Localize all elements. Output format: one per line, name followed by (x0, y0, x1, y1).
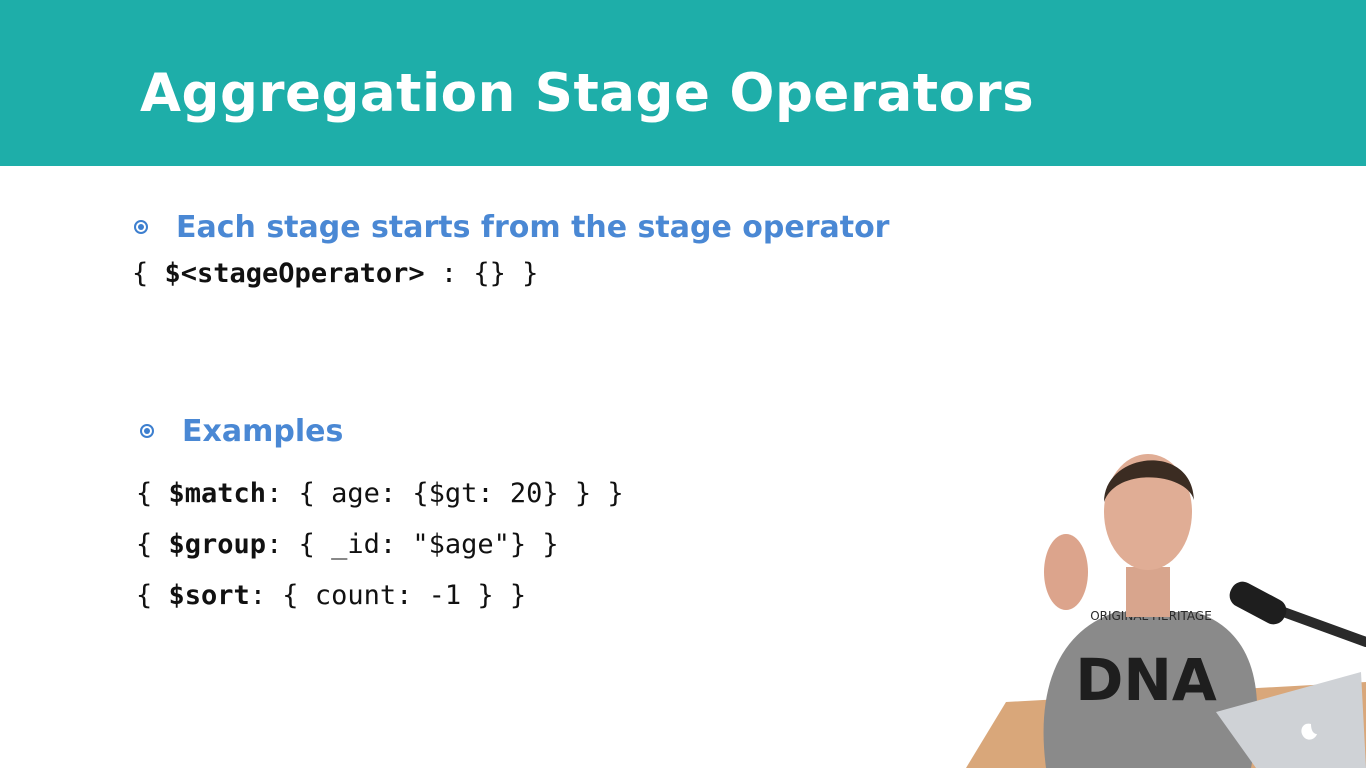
code-rest: : { _id: "$age"} } (266, 529, 559, 560)
bullet-stage-operator: Each stage starts from the stage operato… (134, 206, 889, 248)
code-operator: $<stageOperator> (164, 258, 425, 289)
bullet-examples: Examples (140, 410, 343, 452)
title-banner: Aggregation Stage Operators (0, 0, 1366, 166)
code-rest: : { age: {$gt: 20} } } (266, 478, 624, 509)
code-rest: : { count: -1 } } (249, 580, 527, 611)
code-brace: { (132, 258, 165, 289)
code-brace: { (136, 478, 169, 509)
code-example-match: { $match: { age: {$gt: 20} } } (136, 474, 624, 514)
radio-bullet-icon (140, 424, 154, 438)
bullet-text: Examples (182, 413, 344, 449)
bullet-text: Each stage starts from the stage operato… (176, 209, 890, 245)
code-stage-operator-syntax: { $<stageOperator> : {} } (132, 254, 538, 294)
code-brace: { (136, 580, 169, 611)
presenter-video: ORIGINAL HERITAGE DNA (966, 454, 1366, 768)
code-rest: : {} } (424, 258, 539, 289)
microphone-icon (1229, 581, 1287, 625)
slide-title: Aggregation Stage Operators (140, 63, 1035, 124)
code-example-sort: { $sort: { count: -1 } } (136, 576, 526, 616)
code-operator: $group (168, 529, 267, 560)
presenter-hand (1044, 534, 1088, 610)
radio-bullet-icon (134, 220, 148, 234)
code-brace: { (136, 529, 169, 560)
shirt-logo: DNA (1075, 646, 1217, 714)
code-operator: $sort (168, 580, 250, 611)
code-operator: $match (168, 478, 267, 509)
presenter-neck (1126, 567, 1170, 617)
code-example-group: { $group: { _id: "$age"} } (136, 525, 559, 565)
slide: Aggregation Stage Operators Each stage s… (0, 0, 1366, 768)
